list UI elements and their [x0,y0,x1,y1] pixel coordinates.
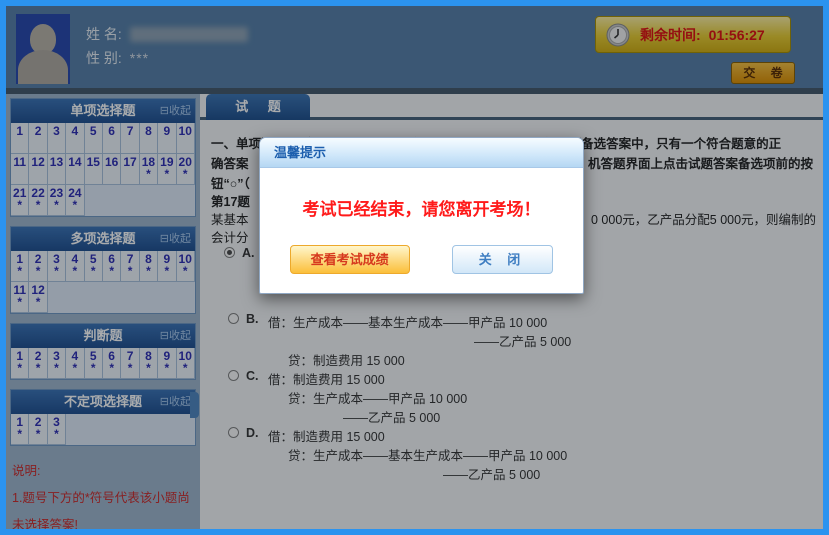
dialog-title: 温馨提示 [260,138,583,168]
view-score-button[interactable]: 查看考试成绩 [290,245,410,274]
dialog-buttons: 查看考试成绩 关 闭 [260,245,583,274]
dialog-message: 考试已经结束，请您离开考场！ [260,195,583,220]
exam-window: 姓 名: 性 别: *** 剩余时间: 01:56:27 交 卷 单项选择题 [0,0,829,535]
close-button[interactable]: 关 闭 [452,245,554,274]
notice-dialog: 温馨提示 考试已经结束，请您离开考场！ 查看考试成绩 关 闭 [259,137,584,294]
